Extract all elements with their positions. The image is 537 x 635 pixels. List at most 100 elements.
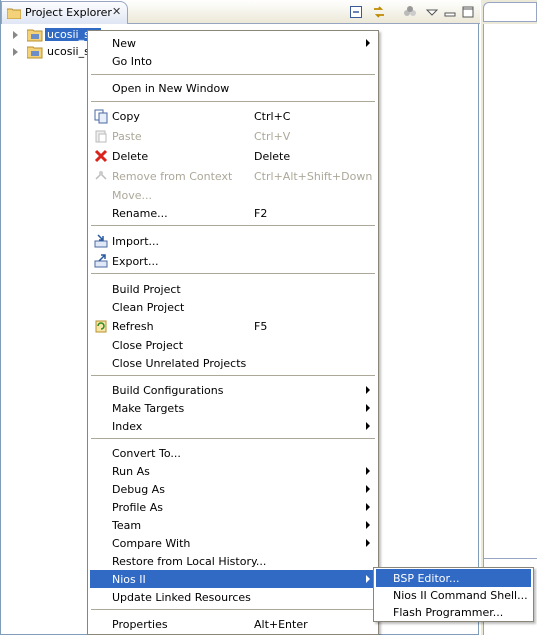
editor-tab-strip [483, 2, 537, 22]
menu-item-update-linked-resources[interactable]: Update Linked Resources [90, 588, 376, 606]
menu-item-label: Profile As [112, 501, 163, 514]
menu-item-copy[interactable]: Copy Ctrl+C [90, 107, 376, 125]
collapse-all-icon[interactable] [348, 4, 364, 20]
menu-item-export[interactable]: Export... [90, 252, 376, 270]
editor-content [483, 24, 537, 559]
menu-separator [91, 273, 375, 275]
menu-item-label: BSP Editor... [393, 572, 460, 585]
project-folder-icon [27, 46, 43, 59]
menu-item-run-as[interactable]: Run As [90, 462, 376, 480]
menu-item-properties[interactable]: Properties Alt+Enter [90, 615, 376, 633]
menu-item-label: Compare With [112, 537, 191, 550]
expand-arrow-icon[interactable] [13, 48, 18, 56]
menu-item-rename[interactable]: Rename... F2 [90, 204, 376, 222]
menu-item-open-in-new-window[interactable]: Open in New Window [90, 79, 376, 97]
submenu-arrow-icon [366, 386, 370, 394]
menu-item-label: Update Linked Resources [112, 591, 251, 604]
import-icon [94, 234, 108, 248]
menu-separator [91, 74, 375, 76]
submenu-arrow-icon [366, 39, 370, 47]
filters-icon[interactable] [402, 4, 418, 20]
refresh-icon [95, 320, 107, 333]
submenu-arrow-icon [366, 485, 370, 493]
menu-item-convert-to[interactable]: Convert To... [90, 444, 376, 462]
menu-item-label: Move... [112, 189, 152, 202]
menu-item-label: Rename... [112, 207, 168, 220]
menu-item-label: Copy [112, 110, 140, 123]
submenu-arrow-icon [366, 503, 370, 511]
menu-item-nios-ii-command-shell[interactable]: Nios II Command Shell... [376, 586, 531, 604]
menu-item-make-targets[interactable]: Make Targets [90, 399, 376, 417]
menu-item-go-into[interactable]: Go Into [90, 52, 376, 70]
minimize-icon[interactable] [442, 4, 458, 20]
menu-item-label: Restore from Local History... [112, 555, 267, 568]
menu-item-label: Import... [112, 235, 159, 248]
menu-item-index[interactable]: Index [90, 417, 376, 435]
menu-item-label: Debug As [112, 483, 165, 496]
menu-separator [91, 101, 375, 103]
view-menu-icon[interactable] [424, 4, 440, 20]
menu-item-label: Open in New Window [112, 82, 230, 95]
menu-item-label: Paste [112, 130, 142, 143]
context-menu: New Go Into Open in New Window Copy Ctrl… [87, 30, 379, 635]
remove-from-context-icon [95, 171, 107, 180]
menu-item-label: Nios II [112, 573, 146, 586]
menu-item-profile-as[interactable]: Profile As [90, 498, 376, 516]
menu-item-label: Flash Programmer... [393, 606, 504, 619]
menu-item-flash-programmer[interactable]: Flash Programmer... [376, 603, 531, 621]
menu-item-nios-ii[interactable]: Nios II [90, 570, 376, 588]
menu-item-label: Nios II Command Shell... [393, 589, 528, 602]
submenu-arrow-icon [366, 467, 370, 475]
shortcut-label: Ctrl+C [254, 110, 291, 123]
menu-item-label: Build Project [112, 283, 181, 296]
menu-item-paste[interactable]: Paste Ctrl+V [90, 127, 376, 145]
submenu-arrow-icon [366, 521, 370, 529]
menu-item-build-configurations[interactable]: Build Configurations [90, 381, 376, 399]
menu-item-refresh[interactable]: Refresh F5 [90, 317, 376, 335]
close-icon[interactable]: ✕ [112, 5, 121, 18]
view-title: Project Explorer [25, 6, 112, 19]
copy-icon [94, 109, 108, 124]
menu-item-label: Clean Project [112, 301, 185, 314]
menu-item-compare-with[interactable]: Compare With [90, 534, 376, 552]
menu-item-label: Properties [112, 618, 168, 631]
menu-item-delete[interactable]: Delete Delete [90, 147, 376, 165]
menu-item-team[interactable]: Team [90, 516, 376, 534]
menu-item-debug-as[interactable]: Debug As [90, 480, 376, 498]
expand-arrow-icon[interactable] [13, 31, 18, 39]
folder-icon [7, 8, 21, 19]
export-icon [94, 254, 108, 268]
menu-item-label: Index [112, 420, 143, 433]
tab-project-explorer[interactable]: Project Explorer ✕ [1, 1, 128, 24]
shortcut-label: F2 [254, 207, 268, 220]
shortcut-label: Ctrl+V [254, 130, 291, 143]
shortcut-label: Ctrl+Alt+Shift+Down [254, 170, 373, 183]
menu-item-restore-from-local-history[interactable]: Restore from Local History... [90, 552, 376, 570]
submenu-arrow-icon [366, 575, 370, 583]
menu-item-label: Close Project [112, 339, 184, 352]
menu-item-close-unrelated-projects[interactable]: Close Unrelated Projects [90, 354, 376, 372]
menu-item-new[interactable]: New [90, 34, 376, 52]
menu-item-label: Export... [112, 255, 159, 268]
link-with-editor-icon[interactable] [371, 4, 387, 20]
menu-item-move[interactable]: Move... [90, 186, 376, 204]
shortcut-label: Alt+Enter [254, 618, 308, 631]
maximize-icon[interactable] [460, 4, 476, 20]
shortcut-label: Delete [254, 150, 291, 163]
menu-item-close-project[interactable]: Close Project [90, 336, 376, 354]
menu-item-bsp-editor[interactable]: BSP Editor... [376, 569, 531, 587]
menu-item-clean-project[interactable]: Clean Project [90, 298, 376, 316]
view-tab-bar: Project Explorer ✕ [1, 0, 480, 24]
editor-area-partial [481, 0, 537, 635]
menu-item-label: Refresh [112, 320, 154, 333]
menu-item-build-project[interactable]: Build Project [90, 280, 376, 298]
menu-item-label: Build Configurations [112, 384, 224, 397]
submenu-arrow-icon [366, 404, 370, 412]
menu-item-label: Go Into [112, 55, 153, 68]
menu-item-import[interactable]: Import... [90, 232, 376, 250]
menu-item-label: Run As [112, 465, 150, 478]
menu-item-label: Team [112, 519, 142, 532]
menu-item-remove-from-context[interactable]: Remove from Context Ctrl+Alt+Shift+Down [90, 167, 376, 185]
menu-separator [91, 375, 375, 377]
submenu-arrow-icon [366, 422, 370, 430]
